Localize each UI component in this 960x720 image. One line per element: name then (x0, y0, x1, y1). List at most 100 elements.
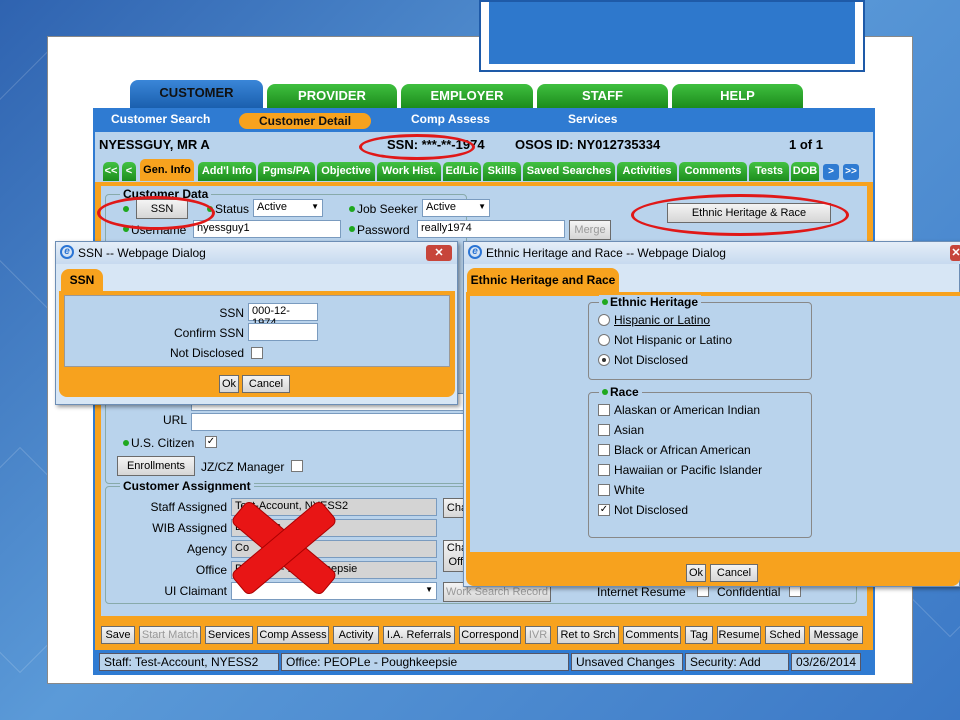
ethnic-button-highlight-oval (631, 194, 849, 236)
tab-ed-lic[interactable]: Ed/Lic (443, 162, 481, 181)
sched-button[interactable]: Sched (765, 626, 805, 644)
username-field[interactable]: nyessguy1 (193, 220, 341, 238)
comp-assess-button[interactable]: Comp Assess (257, 626, 329, 644)
services-button[interactable]: Services (205, 626, 253, 644)
us-citizen-label: U.S. Citizen (131, 436, 195, 450)
checkbox-race-not-disclosed[interactable]: ✓ (598, 504, 610, 516)
radio-heritage-not-disclosed[interactable] (598, 354, 610, 366)
us-citizen-checkbox[interactable]: ✓ (205, 436, 217, 448)
status-unsaved: Unsaved Changes (571, 653, 683, 671)
tab-addl-info[interactable]: Add'l Info (198, 162, 256, 181)
ssn-dialog-tab[interactable]: SSN (61, 269, 103, 291)
hawaiian-label: Hawaiian or Pacific Islander (614, 463, 763, 477)
not-disclosed-label: Not Disclosed (169, 346, 244, 360)
close-icon[interactable]: ✕ (950, 245, 960, 261)
tab-prev[interactable]: < (122, 162, 136, 181)
ok-button[interactable]: Ok (219, 375, 239, 393)
ret-to-srch-button[interactable]: Ret to Srch (557, 626, 619, 644)
tab-comments[interactable]: Comments (679, 162, 747, 181)
sub-navigation: Customer Search Customer Detail Comp Ass… (93, 108, 875, 132)
detail-tabs: << < Gen. Info Add'l Info Pgms/PA Object… (93, 158, 875, 182)
save-button[interactable]: Save (101, 626, 135, 644)
staff-assigned-label: Staff Assigned (150, 500, 228, 514)
tab-provider[interactable]: PROVIDER (267, 84, 397, 108)
status-security: Security: Add (685, 653, 789, 671)
password-field[interactable]: really1974 (417, 220, 565, 238)
tab-skills[interactable]: Skills (483, 162, 521, 181)
tag-button[interactable]: Tag (685, 626, 713, 644)
close-icon[interactable]: ✕ (426, 245, 452, 261)
checkbox-black[interactable] (598, 444, 610, 456)
tab-objective[interactable]: Objective (317, 162, 375, 181)
message-button[interactable]: Message (809, 626, 863, 644)
checkbox-asian[interactable] (598, 424, 610, 436)
comments-button[interactable]: Comments (623, 626, 681, 644)
checkbox-hawaiian[interactable] (598, 464, 610, 476)
not-disclosed-checkbox[interactable] (251, 347, 263, 359)
black-label: Black or African American (614, 443, 751, 457)
resume-button[interactable]: Resume (717, 626, 761, 644)
url-label: URL (162, 413, 187, 427)
customer-header: NYESSGUY, MR A SSN: ***-**-1974 OSOS ID:… (93, 132, 875, 158)
tab-work-hist[interactable]: Work Hist. (377, 162, 441, 181)
jzcz-manager-checkbox[interactable] (291, 460, 303, 472)
enrollments-button[interactable]: Enrollments (117, 456, 195, 476)
tab-pgms-pa[interactable]: Pgms/PA (258, 162, 315, 181)
url-field[interactable] (191, 413, 471, 431)
nav-customer-detail[interactable]: Customer Detail (239, 113, 372, 129)
race-legend: Race (599, 385, 642, 399)
jzcz-manager-label: JZ/CZ Manager (201, 460, 285, 474)
cancel-button[interactable]: Cancel (710, 564, 758, 582)
ia-referrals-button[interactable]: I.A. Referrals (383, 626, 455, 644)
tab-staff[interactable]: STAFF (537, 84, 668, 108)
record-pager: 1 of 1 (789, 137, 823, 152)
ie-icon: e (468, 245, 482, 259)
job-seeker-label: Job Seeker (357, 202, 418, 216)
ssn-dialog-title-text: SSN -- Webpage Dialog (78, 246, 206, 260)
agency-label: Agency (186, 542, 227, 556)
ok-button[interactable]: Ok (686, 564, 706, 582)
ssn-input[interactable]: 000-12-1974 (248, 303, 318, 329)
tab-activities[interactable]: Activities (617, 162, 677, 181)
action-bar: Save Start Match Services Comp Assess Ac… (93, 622, 875, 650)
radio-hispanic[interactable] (598, 314, 610, 326)
tab-next[interactable]: > (823, 164, 839, 180)
nav-customer-search[interactable]: Customer Search (111, 112, 210, 126)
password-label: Password (357, 223, 410, 237)
cancel-button[interactable]: Cancel (242, 375, 290, 393)
tab-tests[interactable]: Tests (749, 162, 789, 181)
tab-first[interactable]: << (103, 162, 119, 181)
ivr-button[interactable]: IVR (525, 626, 551, 644)
status-select[interactable]: Active (253, 199, 323, 217)
job-seeker-select[interactable]: Active (422, 199, 490, 217)
office-label: Office (195, 563, 227, 577)
nav-comp-assess[interactable]: Comp Assess (411, 112, 490, 126)
tab-customer[interactable]: CUSTOMER (130, 80, 263, 108)
required-dot (349, 226, 355, 232)
tab-gen-info[interactable]: Gen. Info (140, 159, 194, 181)
activity-button[interactable]: Activity (333, 626, 379, 644)
ssn-dialog-title: e SSN -- Webpage Dialog ✕ (56, 242, 457, 264)
checkbox-alaskan[interactable] (598, 404, 610, 416)
nav-services[interactable]: Services (568, 112, 617, 126)
checkbox-white[interactable] (598, 484, 610, 496)
tab-last[interactable]: >> (843, 164, 859, 180)
radio-not-hispanic[interactable] (598, 334, 610, 346)
hispanic-label: Hispanic or Latino (614, 313, 711, 327)
tab-help[interactable]: HELP (672, 84, 803, 108)
status-label: Status (215, 202, 250, 216)
start-match-button[interactable]: Start Match (139, 626, 201, 644)
confidential-label: Confidential (717, 585, 781, 599)
tab-saved-searches[interactable]: Saved Searches (523, 162, 615, 181)
status-office: Office: PEOPLe - Poughkeepsie (281, 653, 569, 671)
required-dot (123, 440, 129, 446)
tab-employer[interactable]: EMPLOYER (401, 84, 533, 108)
ethnic-dialog-title-text: Ethnic Heritage and Race -- Webpage Dial… (486, 246, 726, 260)
ui-claimant-label: UI Claimant (164, 584, 227, 598)
tab-dob[interactable]: DOB (791, 162, 819, 181)
ethnic-dialog-title: e Ethnic Heritage and Race -- Webpage Di… (464, 242, 960, 264)
merge-button[interactable]: Merge (569, 220, 611, 240)
ethnic-dialog-tab[interactable]: Ethnic Heritage and Race (467, 268, 619, 292)
confirm-ssn-input[interactable] (248, 323, 318, 341)
correspond-button[interactable]: Correspond (459, 626, 521, 644)
